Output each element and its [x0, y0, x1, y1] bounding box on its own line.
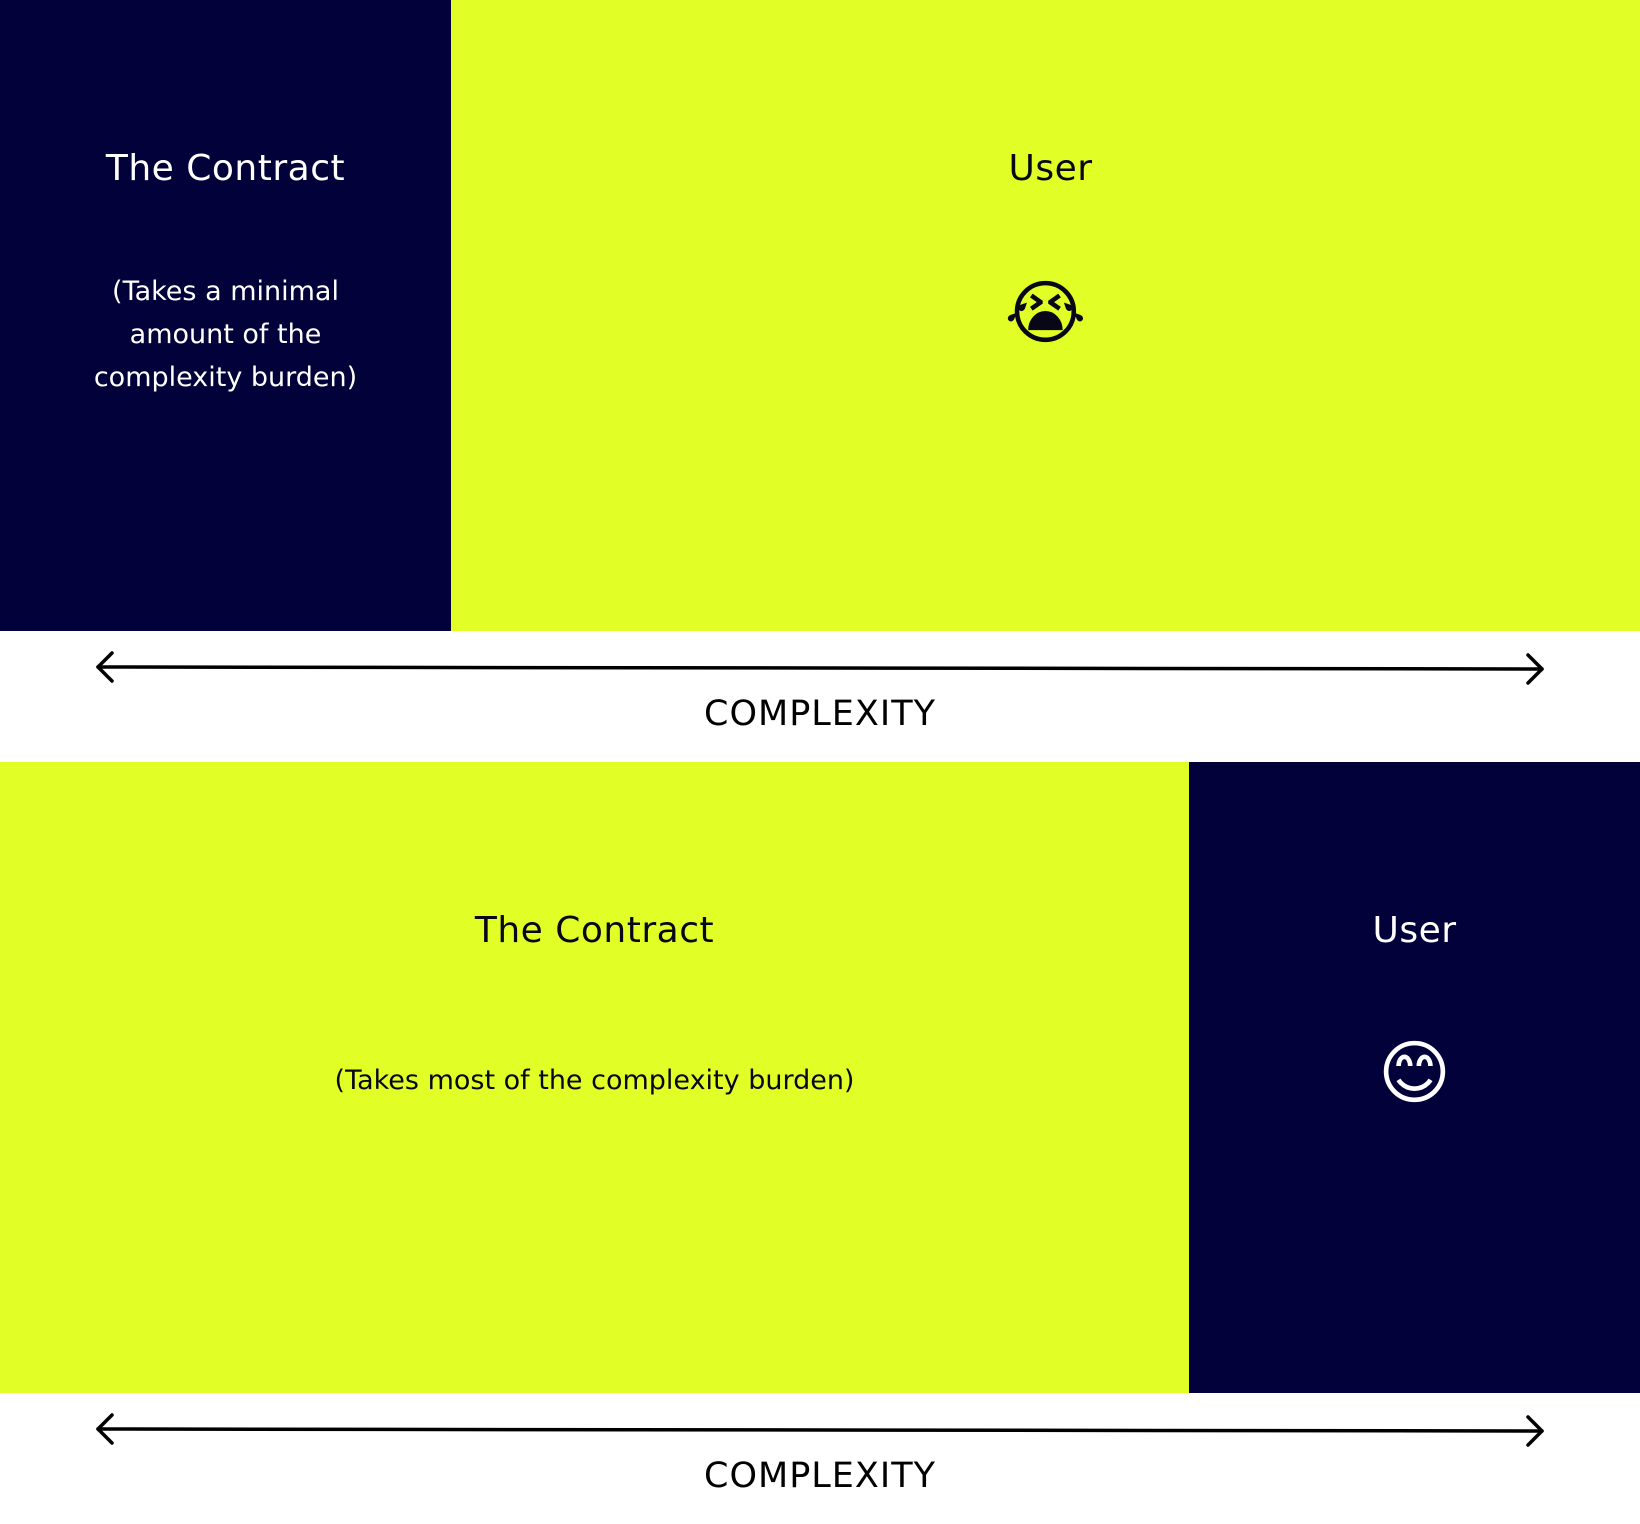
top-contract-subtitle: (Takes a minimal amount of the complexit…	[0, 270, 451, 399]
top-diagram: The Contract (Takes a minimal amount of …	[0, 0, 1640, 631]
bottom-contract-panel: The Contract (Takes most of the complexi…	[0, 762, 1189, 1393]
bottom-complexity-axis: COMPLEXITY	[0, 1393, 1640, 1523]
smiling-face-icon: 😊	[1378, 1032, 1451, 1114]
top-complexity-axis: COMPLEXITY	[0, 631, 1640, 761]
top-user-panel: User 😭	[451, 0, 1640, 631]
loudly-crying-face-icon: 😭	[1004, 272, 1087, 354]
bottom-contract-title: The Contract	[474, 910, 715, 951]
top-contract-title: The Contract	[105, 148, 346, 189]
axis-label: COMPLEXITY	[704, 694, 936, 734]
bottom-contract-subtitle: (Takes most of the complexity burden)	[334, 1065, 855, 1096]
bottom-diagram: The Contract (Takes most of the complexi…	[0, 762, 1640, 1393]
axis-label: COMPLEXITY	[704, 1456, 936, 1496]
bottom-user-title: User	[1372, 910, 1457, 951]
top-contract-panel: The Contract (Takes a minimal amount of …	[0, 0, 451, 631]
top-user-title: User	[1008, 148, 1093, 189]
subtitle-line: (Takes a minimal	[112, 276, 339, 307]
subtitle-line: amount of the	[129, 319, 322, 350]
subtitle-line: complexity burden)	[93, 362, 358, 393]
bottom-user-panel: User 😊	[1189, 762, 1640, 1393]
